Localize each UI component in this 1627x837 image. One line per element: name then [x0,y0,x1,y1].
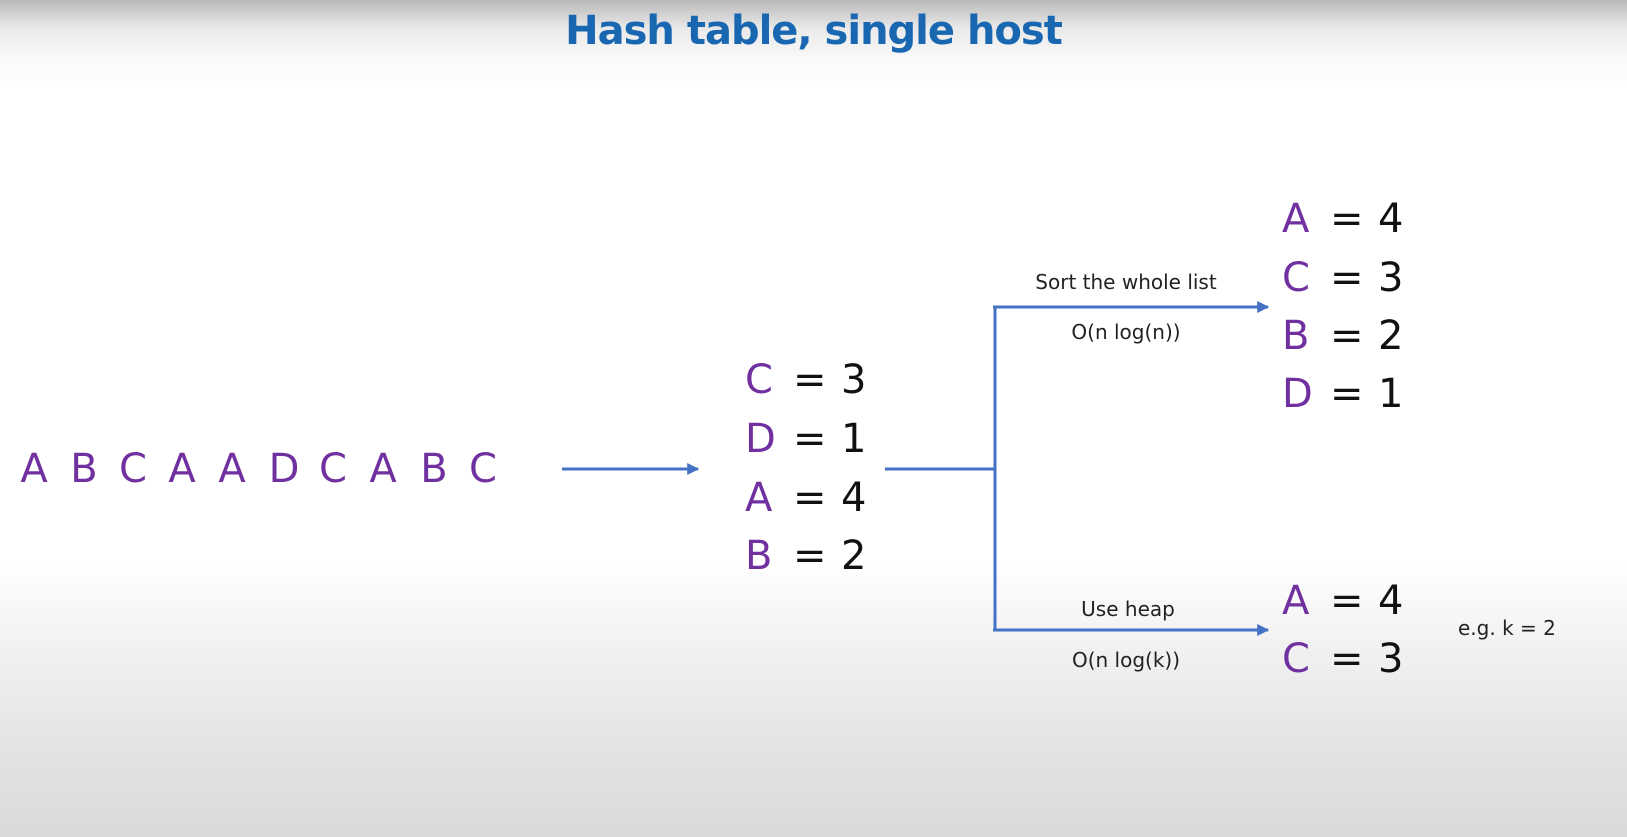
entry-key: C [745,357,773,403]
entry-key: A [1282,196,1310,242]
entry-equals: = [793,533,827,579]
sequence-item: A [20,446,48,492]
entry-equals: = [793,357,827,403]
entry-equals: = [1330,636,1364,682]
entry-equals: = [1330,196,1364,242]
heap-branch-label: Use heap [1081,597,1175,621]
entry-value: 2 [1378,313,1404,359]
entry-key: A [1282,578,1310,624]
sequence-item: B [70,446,98,492]
sequence-item: A [218,446,246,492]
entry-key: C [1282,636,1310,682]
heap-branch-complexity: O(n log(k)) [1071,648,1181,672]
entry-equals: = [1330,313,1364,359]
sequence-item: C [119,446,147,492]
entry-equals: = [793,475,827,521]
entry-value: 2 [841,533,867,579]
sort-branch-complexity: O(n log(n)) [1071,320,1181,344]
entry-value: 3 [841,357,867,403]
k-example-note: e.g. k = 2 [1458,616,1556,640]
entry-key: D [745,416,776,462]
entry-value: 4 [1378,578,1404,624]
entry-key: A [745,475,773,521]
sequence-item: D [268,446,300,492]
entry-key: B [1282,313,1310,359]
entry-value: 3 [1378,255,1404,301]
sequence-item: A [168,446,196,492]
entry-value: 1 [1378,371,1404,417]
sequence-item: C [469,446,497,492]
entry-value: 3 [1378,636,1404,682]
entry-key: C [1282,255,1310,301]
sequence-item: B [420,446,448,492]
entry-value: 1 [841,416,867,462]
sequence-item: C [319,446,347,492]
sort-branch-label: Sort the whole list [1035,270,1217,294]
entry-key: B [745,533,773,579]
sequence-item: A [369,446,397,492]
entry-key: D [1282,371,1313,417]
entry-equals: = [793,416,827,462]
entry-equals: = [1330,578,1364,624]
entry-value: 4 [841,475,867,521]
entry-equals: = [1330,371,1364,417]
entry-value: 4 [1378,196,1404,242]
entry-equals: = [1330,255,1364,301]
